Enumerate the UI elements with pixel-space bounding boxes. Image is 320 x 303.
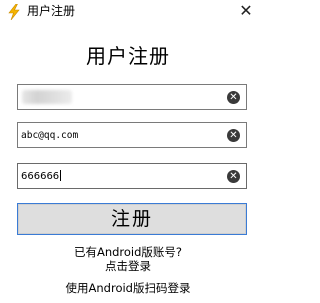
lightning-bolt-icon: [8, 4, 20, 20]
register-button[interactable]: 注册: [17, 203, 247, 235]
text-caret: [60, 170, 62, 181]
clear-icon[interactable]: ✕: [227, 170, 240, 183]
email-field[interactable]: abc@qq.com ✕: [17, 122, 247, 148]
close-button[interactable]: ✕: [239, 3, 253, 19]
phone-field[interactable]: ✕: [17, 84, 247, 110]
password-value: 666666: [21, 169, 221, 184]
qr-login-link[interactable]: 使用Android版扫码登录: [0, 281, 256, 295]
page-title: 用户注册: [86, 44, 170, 68]
phone-value: [21, 90, 221, 105]
clear-icon[interactable]: ✕: [227, 129, 240, 142]
password-text: 666666: [21, 171, 60, 182]
clear-icon[interactable]: ✕: [227, 91, 240, 104]
close-icon: ✕: [239, 1, 253, 20]
password-field[interactable]: 666666 ✕: [17, 163, 247, 189]
email-value: abc@qq.com: [21, 130, 79, 141]
have-account-text: 已有Android版账号?: [73, 245, 183, 259]
title-bar: 用户注册 ✕: [0, 0, 256, 26]
login-link[interactable]: 点击登录: [0, 259, 256, 273]
window-title: 用户注册: [27, 4, 76, 18]
